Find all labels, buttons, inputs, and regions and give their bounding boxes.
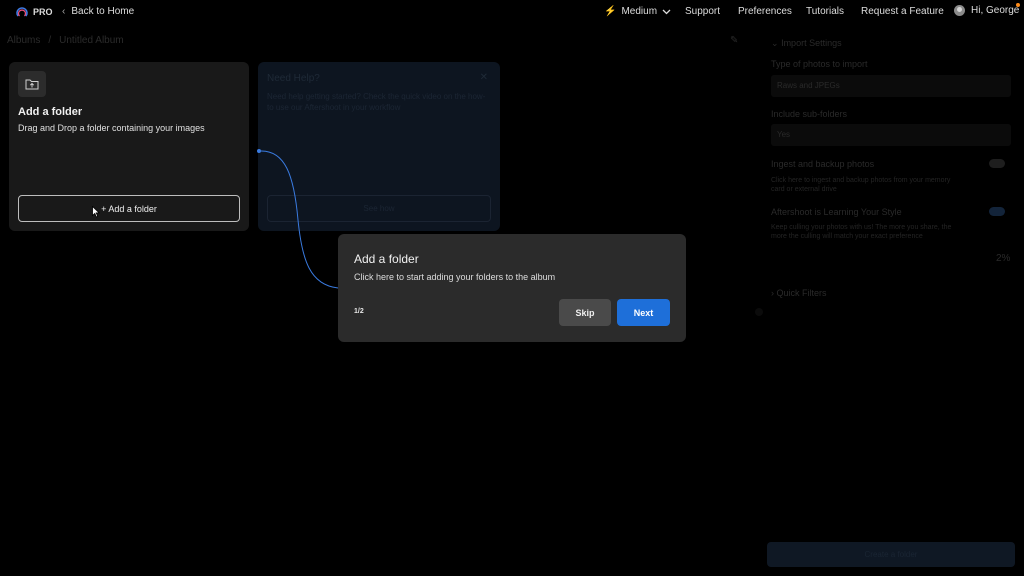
import-settings-header[interactable]: ⌄ Import Settings	[771, 38, 842, 49]
lightning-icon: ⚡	[604, 6, 617, 17]
avatar	[954, 5, 965, 16]
chevron-right-icon: ›	[771, 288, 774, 298]
nav-request-feature[interactable]: Request a Feature	[861, 6, 944, 17]
speed-selector[interactable]: ⚡ Medium	[604, 6, 671, 17]
user-greeting: Hi, George	[971, 5, 1020, 16]
breadcrumb: Albums / Untitled Album	[7, 35, 124, 46]
breadcrumb-albums[interactable]: Albums	[7, 35, 40, 46]
speed-label: Medium	[621, 6, 658, 17]
skip-button[interactable]: Skip	[559, 299, 611, 326]
breadcrumb-current: Untitled Album	[59, 35, 124, 46]
import-settings-title: Import Settings	[781, 38, 842, 48]
chevron-down-icon: ⌄	[771, 38, 779, 48]
nav-tutorials[interactable]: Tutorials	[806, 6, 844, 17]
photo-type-value: Raws and JPEGs	[777, 81, 840, 90]
chevron-down-icon	[662, 9, 671, 14]
quick-filters-title: Quick Filters	[776, 288, 827, 298]
add-folder-button[interactable]: + Add a folder	[18, 195, 240, 222]
back-to-home-link[interactable]: ‹ Back to Home	[62, 6, 134, 17]
ingest-description: Click here to ingest and backup photos f…	[771, 177, 951, 193]
top-bar: PRO ‹ Back to Home ⚡ Medium Support Pref…	[0, 0, 1024, 24]
learning-toggle[interactable]	[989, 207, 1005, 216]
panel-handle[interactable]	[755, 308, 763, 316]
breadcrumb-separator: /	[48, 35, 52, 46]
learning-percent: 2%	[996, 253, 1011, 264]
learning-description: Keep culling your photos with us! The mo…	[771, 224, 952, 240]
user-menu[interactable]: Hi, George	[954, 5, 1019, 16]
ingest-label: Ingest and backup photos	[771, 159, 875, 169]
edit-icon[interactable]: ✎	[730, 35, 738, 46]
add-folder-subtitle: Drag and Drop a folder containing your i…	[18, 123, 205, 133]
tour-description: Click here to start adding your folders …	[354, 272, 556, 282]
help-card: Need Help? ✕ Need help getting started? …	[258, 62, 500, 231]
help-description: Need help getting started? Check the qui…	[267, 92, 486, 112]
close-icon[interactable]: ✕	[480, 72, 488, 83]
subfolders-label: Include sub-folders	[771, 109, 848, 119]
nav-support[interactable]: Support	[685, 6, 720, 17]
quick-filters-header[interactable]: › Quick Filters	[771, 288, 827, 298]
folder-upload-icon	[18, 71, 46, 97]
chevron-left-icon: ‹	[62, 6, 66, 17]
back-to-home-label: Back to Home	[71, 6, 135, 17]
photo-type-label: Type of photos to import	[771, 59, 868, 69]
tour-step-counter: 1/2	[354, 308, 364, 315]
notification-dot	[1016, 3, 1020, 7]
help-title: Need Help?	[267, 73, 320, 84]
subfolders-value: Yes	[777, 130, 791, 139]
next-button[interactable]: Next	[617, 299, 670, 326]
tour-title: Add a folder	[354, 252, 419, 266]
subfolders-select[interactable]: Yes	[771, 124, 1011, 146]
learning-label: Aftershoot is Learning Your Style	[771, 207, 902, 217]
mouse-cursor-icon	[92, 206, 100, 218]
add-folder-card: Add a folder Drag and Drop a folder cont…	[9, 62, 249, 231]
tour-dialog: Add a folder Click here to start adding …	[338, 234, 686, 342]
settings-panel: ⌄ Import Settings Type of photos to impo…	[765, 30, 1015, 576]
create-folder-button[interactable]: Create a folder	[767, 542, 1015, 567]
see-how-button[interactable]: See how	[267, 195, 491, 222]
pro-badge: PRO	[33, 7, 53, 17]
nav-preferences[interactable]: Preferences	[738, 6, 792, 17]
add-folder-title: Add a folder	[18, 106, 83, 118]
app-logo-icon[interactable]	[15, 4, 29, 18]
ingest-toggle[interactable]	[989, 159, 1005, 168]
photo-type-select[interactable]: Raws and JPEGs	[771, 75, 1011, 97]
